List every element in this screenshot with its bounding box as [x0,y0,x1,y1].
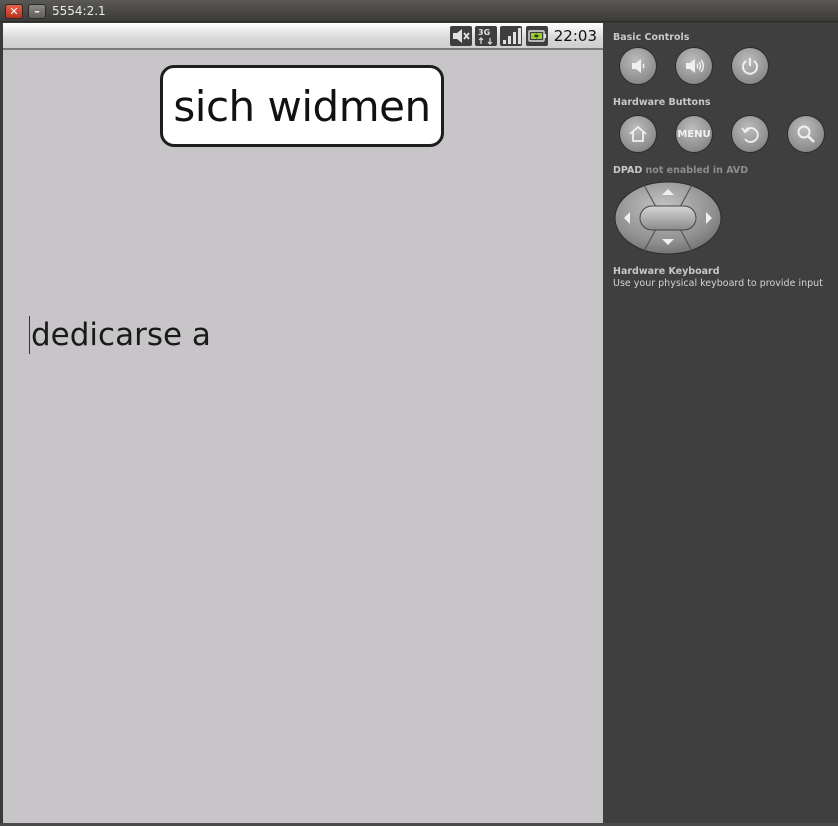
svg-text:3G: 3G [478,28,490,37]
back-button[interactable] [731,115,769,153]
hardware-buttons-label: Hardware Buttons [613,97,711,108]
minimize-icon[interactable]: – [28,4,46,19]
keyboard-hint-text: Use your physical keyboard to provide in… [613,278,823,289]
volume-down-button[interactable] [619,47,657,85]
power-button[interactable] [731,47,769,85]
answer-text: dedicarse a [31,317,211,353]
menu-label: MENU [677,128,711,140]
keyboard-hint-title: Hardware Keyboard [613,266,720,277]
dpad-title: DPAD [613,165,643,176]
menu-button[interactable]: MENU [675,115,713,153]
mute-icon [450,26,472,46]
window-title: 5554:2.1 [52,4,106,18]
volume-up-button[interactable] [675,47,713,85]
word-card: sich widmen [160,65,444,147]
search-icon [797,125,815,143]
dpad-note: not enabled in AVD [645,165,749,176]
3g-data-icon: 3G [475,26,497,46]
emulator-screen[interactable]: 3G 22:03 sich widmen dedicarse a [3,23,603,823]
status-time: 22:03 [553,27,597,45]
home-button[interactable] [619,115,657,153]
keyboard-hint: Hardware Keyboard Use your physical keyb… [613,266,823,290]
emulator-controls-panel: Basic Controls Hardware Buttons MENU DPA… [603,23,838,823]
power-icon [742,58,758,75]
back-icon [741,127,759,143]
volume-up-icon [686,59,704,73]
window-titlebar: ✕ – 5554:2.1 [0,0,838,22]
volume-down-icon [632,59,645,73]
home-icon [629,125,647,142]
basic-controls-label: Basic Controls [613,32,690,43]
status-bar: 3G 22:03 [3,23,603,50]
dpad-label: DPAD not enabled in AVD [613,165,748,176]
text-caret [29,316,30,354]
close-icon[interactable]: ✕ [5,4,23,19]
signal-icon [500,26,522,46]
answer-input[interactable]: dedicarse a [29,313,589,357]
dpad-control[interactable] [614,181,722,255]
search-button[interactable] [787,115,825,153]
battery-charging-icon [526,26,548,46]
